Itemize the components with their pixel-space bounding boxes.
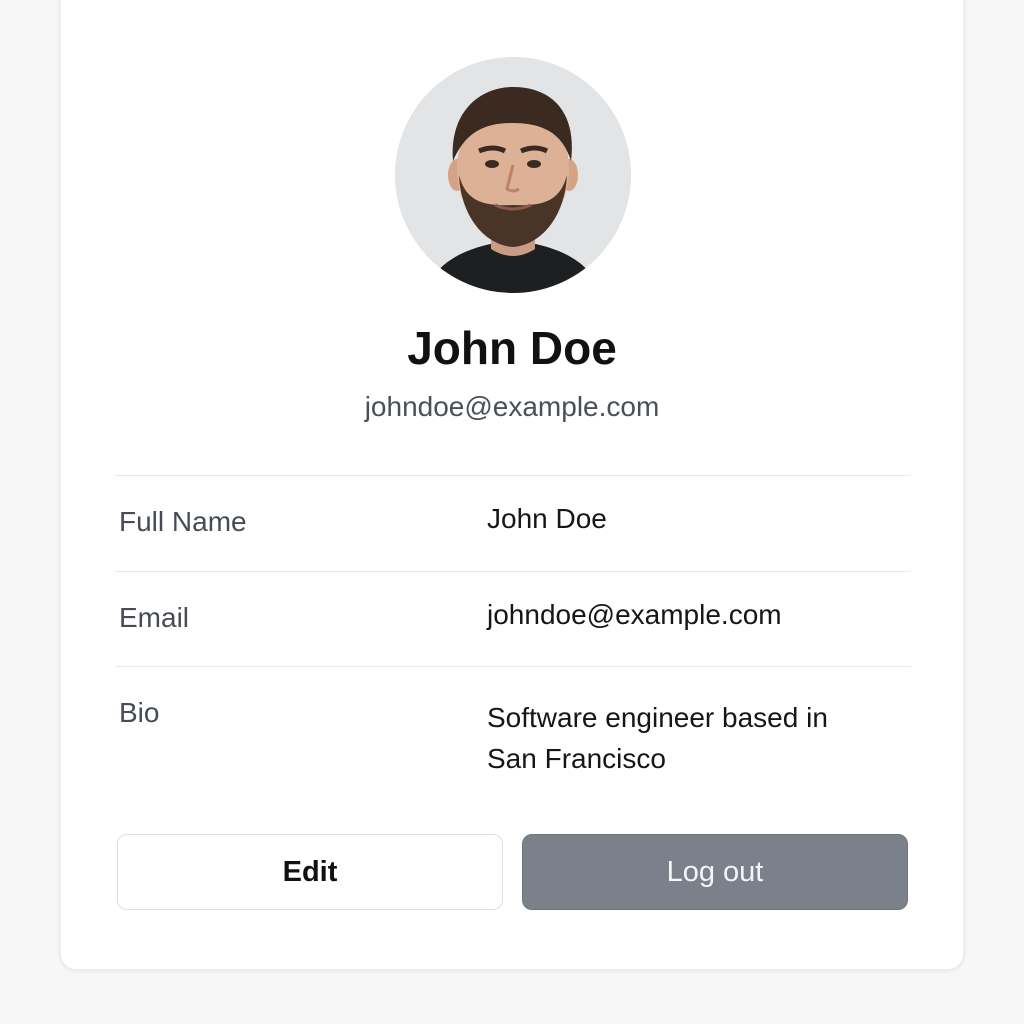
detail-row-full-name: Full Name John Doe: [115, 475, 911, 571]
bio-line: Software engineer based in: [487, 702, 828, 733]
profile-name: John Doe: [407, 322, 617, 374]
logout-button[interactable]: Log out: [522, 834, 908, 910]
detail-label: Full Name: [119, 506, 247, 537]
avatar: [395, 57, 631, 293]
detail-label: Bio: [119, 697, 160, 728]
bio-line: San Francisco: [487, 743, 666, 774]
profile-card: John Doe johndoe@example.com Full Name J…: [60, 0, 964, 970]
avatar-photo: [395, 57, 631, 293]
profile-email: johndoe@example.com: [364, 391, 660, 422]
edit-button[interactable]: Edit: [117, 834, 503, 910]
detail-value: John Doe: [487, 503, 607, 534]
detail-row-bio: Bio Software engineer based in San Franc…: [115, 666, 911, 806]
detail-value: johndoe@example.com: [487, 599, 782, 630]
profile-details-table: Full Name John Doe Email johndoe@example…: [115, 475, 911, 806]
detail-value-bio: Software engineer based in San Francisco: [487, 697, 907, 779]
detail-row-email: Email johndoe@example.com: [115, 571, 911, 666]
detail-label: Email: [119, 602, 190, 633]
